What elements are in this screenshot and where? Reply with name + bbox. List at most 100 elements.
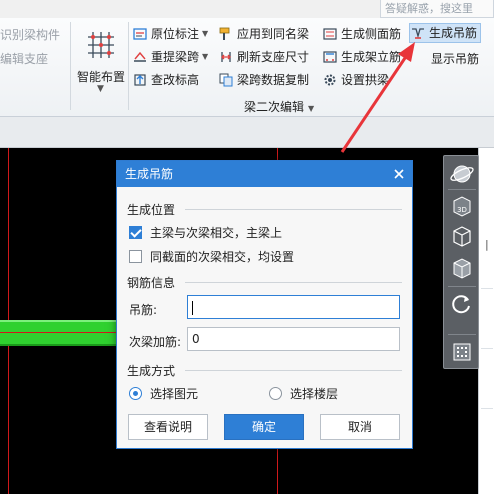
gen-erection-rebar-text: 生成架立筋 — [341, 50, 402, 64]
gen-hanger-rebar-text: 生成吊筋 — [429, 26, 478, 40]
dialog-close-button[interactable] — [392, 167, 406, 181]
3d-view-button[interactable]: 3D — [448, 192, 476, 220]
set-arch-beam-button[interactable]: 设置拱梁 — [322, 70, 389, 90]
gen-erection-rebar-button[interactable]: 生成架立筋 — [322, 47, 401, 67]
panel-scroll-indicator: | — [485, 238, 489, 251]
toolbar-separator — [448, 334, 476, 335]
erection-rebar-icon — [323, 51, 337, 63]
gen-side-rebar-button[interactable]: 生成侧面筋 — [322, 24, 401, 44]
hanger-rebar-input[interactable] — [187, 295, 400, 319]
panel-divider — [481, 408, 493, 409]
gen-hanger-rebar-dialog: 生成吊筋 生成位置 主梁与次梁相交，主梁上 同截面的次梁相交，均设置 钢筋信息 … — [116, 160, 413, 449]
beam-element[interactable] — [0, 320, 120, 346]
orbit-view-button[interactable] — [448, 160, 476, 188]
secondary-field-label: 次梁加筋: — [129, 335, 182, 349]
select-element-option[interactable]: 选择图元 — [129, 385, 198, 402]
elevation-icon — [134, 74, 146, 86]
copy-span-data-text: 梁跨数据复制 — [237, 73, 310, 87]
refresh-support-icon — [221, 52, 231, 62]
toolbar-separator — [448, 189, 476, 190]
beam-axis-line — [0, 332, 120, 333]
show-hanger-rebar-button[interactable]: 显示吊筋 — [431, 49, 479, 69]
ribbon-toolbar: 识别梁构件 编辑支座 智能布置 ▼ 原位标注 ▼ 重提梁跨 ▼ 查改标高 应用到同名… — [0, 18, 494, 117]
span-icon — [134, 51, 146, 62]
chevron-down-icon: ▼ — [202, 52, 209, 61]
beam-secondary-edit-group[interactable]: 梁二次编辑 ▼ — [244, 98, 314, 115]
solid-cube-icon — [453, 258, 471, 279]
floor-grid-icon — [453, 343, 471, 361]
option-same-section-checkbox[interactable] — [129, 250, 142, 263]
ok-button[interactable]: 确定 — [224, 414, 304, 440]
chevron-down-icon: ▼ — [97, 84, 104, 94]
brush-icon — [219, 27, 230, 40]
edit-support-button[interactable]: 编辑支座 — [0, 50, 48, 67]
select-floor-option[interactable]: 选择楼层 — [269, 385, 338, 402]
ribbon-separator — [128, 22, 129, 110]
apply-same-name-text: 应用到同名梁 — [237, 27, 310, 41]
section-divider — [185, 282, 402, 283]
rotate-view-button[interactable] — [448, 290, 476, 318]
option-main-beam-label: 主梁与次梁相交，主梁上 — [150, 226, 283, 240]
copy-span-data-button[interactable]: 梁跨数据复制 — [218, 70, 309, 90]
gen-side-rebar-text: 生成侧面筋 — [341, 27, 402, 41]
re-extract-span-button[interactable]: 重提梁跨 ▼ — [132, 47, 208, 67]
option-main-beam-checkbox[interactable] — [129, 226, 142, 239]
select-floor-label: 选择楼层 — [290, 387, 339, 401]
in-situ-label-button[interactable]: 原位标注 ▼ — [132, 24, 208, 44]
section-divider — [185, 370, 402, 371]
option-same-section-row[interactable]: 同截面的次梁相交，均设置 — [129, 248, 294, 265]
help-search-input[interactable]: 答疑解惑，搜这里 — [380, 0, 494, 18]
wireframe-cube-icon — [453, 226, 471, 247]
identify-beam-button[interactable]: 识别梁构件 — [0, 26, 60, 43]
rotate-icon — [452, 295, 470, 314]
grid-rebar-icon — [88, 32, 114, 58]
solid-view-button[interactable] — [448, 254, 476, 282]
side-rebar-icon — [323, 28, 337, 40]
method-section-title: 生成方式 — [127, 364, 176, 378]
select-floor-radio[interactable] — [269, 387, 282, 400]
svg-text:3D: 3D — [457, 206, 467, 214]
floor-view-button[interactable] — [448, 338, 476, 366]
right-side-panel: | — [478, 148, 494, 494]
help-button[interactable]: 查看说明 — [128, 414, 208, 440]
label-icon — [133, 28, 147, 40]
smart-layout-button[interactable]: 智能布置 ▼ — [74, 22, 128, 102]
copy-icon — [219, 73, 233, 87]
secondary-toolbar-band — [0, 117, 494, 148]
hanger-rebar-icon — [412, 28, 424, 39]
cube-3d-icon: 3D — [453, 196, 471, 217]
select-element-label: 选择图元 — [150, 387, 199, 401]
re-extract-span-text: 重提梁跨 — [151, 50, 200, 64]
option-main-beam-row[interactable]: 主梁与次梁相交，主梁上 — [129, 224, 282, 241]
close-icon — [394, 169, 404, 179]
select-element-radio[interactable] — [129, 387, 142, 400]
wireframe-view-button[interactable] — [448, 222, 476, 250]
in-situ-label-text: 原位标注 — [151, 27, 200, 41]
option-same-section-label: 同截面的次梁相交，均设置 — [150, 250, 295, 264]
secondary-beam-rebar-input[interactable]: 0 — [187, 327, 400, 351]
view-toolbar: 3D — [443, 155, 479, 369]
smart-layout-label: 智能布置 — [76, 70, 125, 84]
refresh-support-size-button[interactable]: 刷新支座尺寸 — [218, 47, 309, 67]
toolbar-separator — [448, 286, 476, 287]
chevron-down-icon: ▼ — [202, 29, 209, 38]
panel-divider — [481, 288, 493, 289]
settings-gear-icon — [324, 74, 336, 86]
hanger-field-label: 吊筋: — [129, 303, 158, 317]
ribbon-left-partial: 识别梁构件 编辑支座 — [0, 18, 70, 116]
show-hanger-rebar-text: 显示吊筋 — [431, 52, 480, 66]
set-arch-beam-text: 设置拱梁 — [341, 73, 390, 87]
panel-divider — [481, 348, 493, 349]
rebar-section-title: 钢筋信息 — [127, 276, 176, 290]
gen-hanger-rebar-button[interactable]: 生成吊筋 — [409, 23, 482, 43]
chevron-down-icon: ▼ — [308, 104, 315, 113]
globe-orbit-icon — [450, 165, 474, 183]
refresh-support-size-text: 刷新支座尺寸 — [237, 50, 310, 64]
check-elevation-button[interactable]: 查改标高 — [132, 70, 199, 90]
cancel-button[interactable]: 取消 — [320, 414, 400, 440]
dialog-title: 生成吊筋 — [117, 161, 412, 187]
position-section-title: 生成位置 — [127, 203, 176, 217]
section-divider — [185, 209, 402, 210]
apply-same-name-button[interactable]: 应用到同名梁 — [218, 24, 309, 44]
check-elevation-text: 查改标高 — [151, 73, 200, 87]
